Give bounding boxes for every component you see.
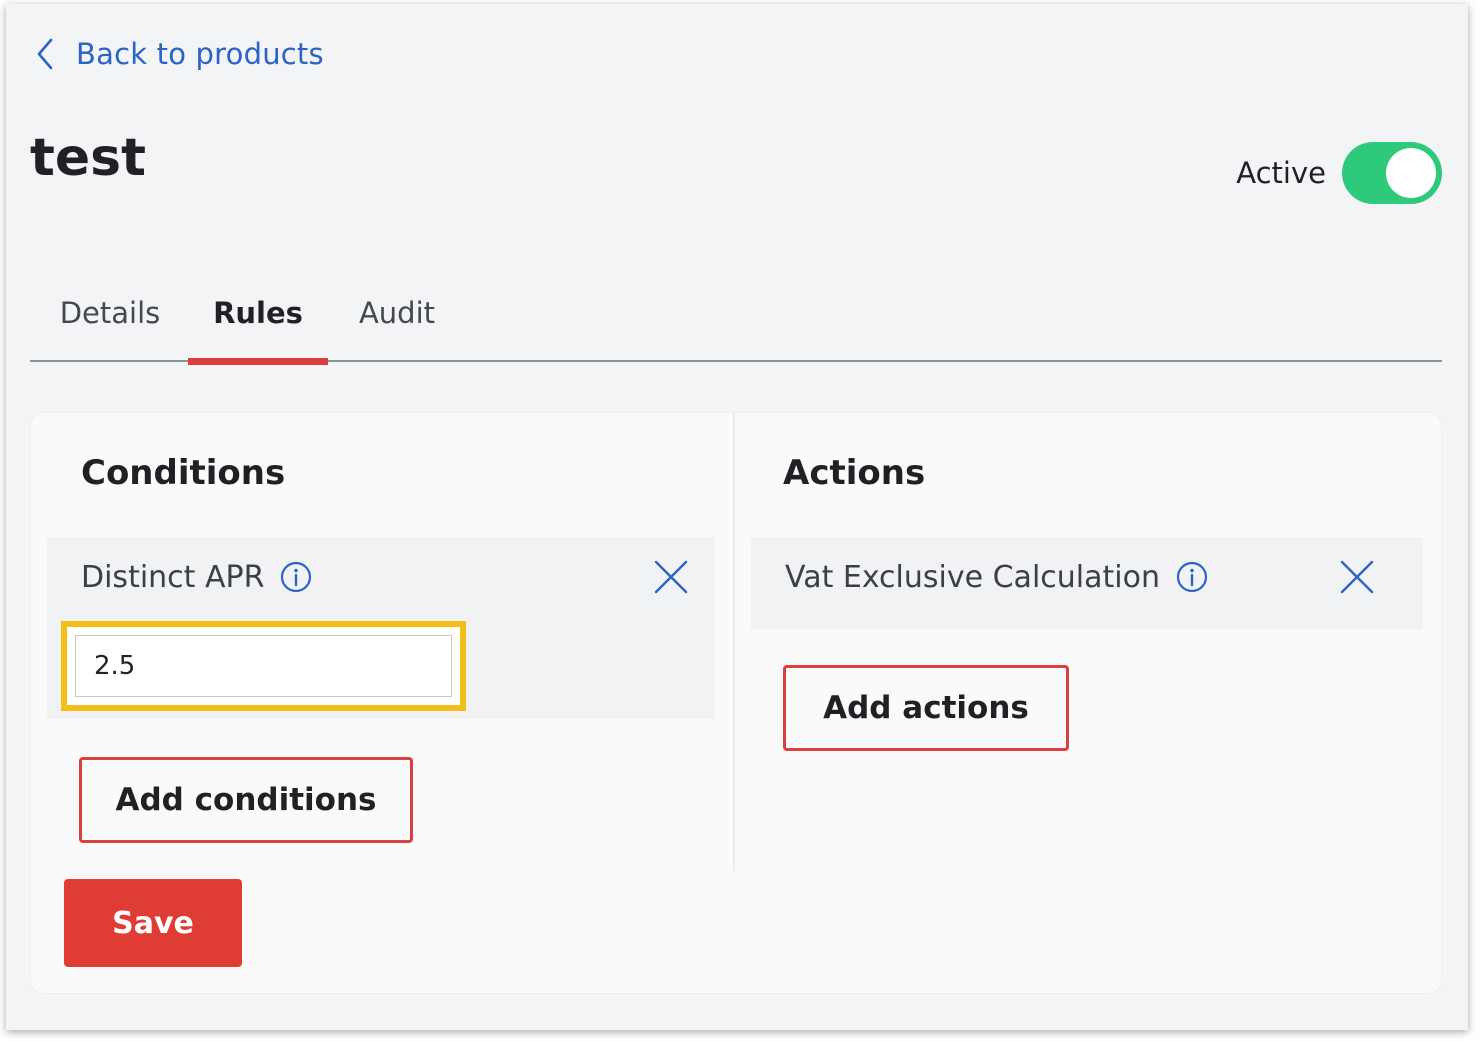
status-control: Active (1236, 142, 1442, 204)
action-label: Vat Exclusive Calculation (785, 559, 1160, 595)
add-actions-button[interactable]: Add actions (783, 665, 1069, 751)
conditions-title: Conditions (81, 453, 286, 493)
rules-card: Conditions Distinct APR Add conditions S… (30, 412, 1442, 994)
back-to-products-link[interactable]: Back to products (36, 34, 324, 74)
tab-rules[interactable]: Rules (188, 286, 328, 365)
actions-title: Actions (783, 453, 926, 493)
condition-label: Distinct APR (81, 559, 265, 595)
remove-condition-icon[interactable] (653, 559, 689, 595)
tab-audit[interactable]: Audit (356, 286, 438, 362)
app-window: Back to products test Active Details Rul… (6, 4, 1468, 1030)
info-icon[interactable] (1176, 561, 1208, 593)
status-label: Active (1236, 156, 1326, 190)
back-link-label: Back to products (76, 37, 324, 71)
column-divider (733, 413, 735, 871)
add-conditions-button[interactable]: Add conditions (79, 757, 413, 843)
condition-value-input[interactable] (75, 635, 452, 697)
condition-label-wrap: Distinct APR (81, 553, 312, 601)
remove-action-icon[interactable] (1339, 559, 1375, 595)
tab-details[interactable]: Details (58, 286, 162, 362)
toggle-knob (1386, 148, 1436, 198)
page-title: test (30, 128, 146, 188)
info-icon[interactable] (280, 561, 312, 593)
active-toggle[interactable] (1342, 142, 1442, 204)
value-highlight (61, 621, 466, 711)
save-button[interactable]: Save (64, 879, 242, 967)
action-label-wrap: Vat Exclusive Calculation (785, 553, 1208, 601)
condition-item: Distinct APR (47, 537, 715, 719)
chevron-left-icon (37, 38, 53, 70)
tab-bar: Details Rules Audit (30, 286, 1442, 365)
action-item: Vat Exclusive Calculation (751, 537, 1423, 629)
